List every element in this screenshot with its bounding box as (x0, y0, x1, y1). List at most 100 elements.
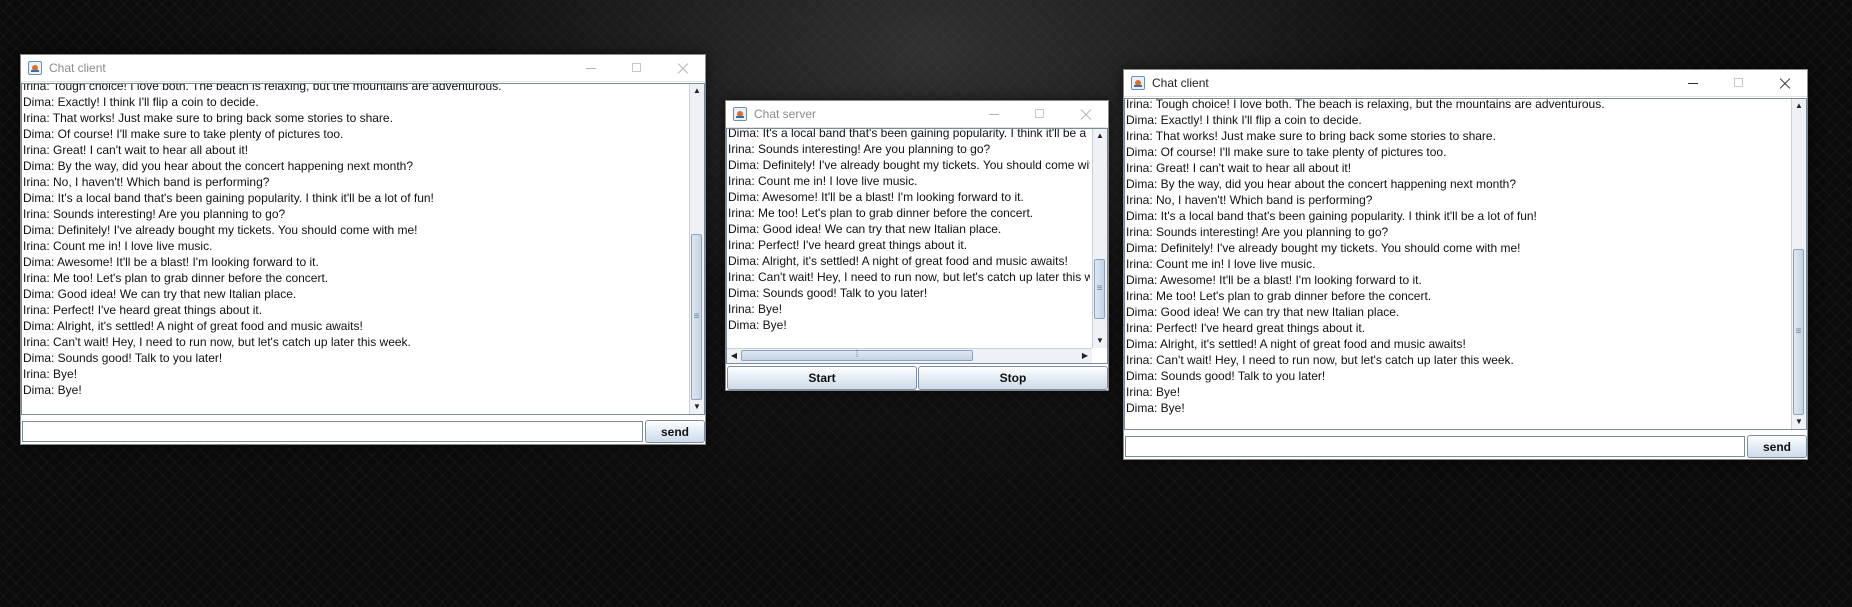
horizontal-scrollbar[interactable]: ◀ ▶ (727, 348, 1092, 363)
list-item: Dima: Good idea! We can try that new Ita… (23, 287, 297, 301)
list-item: Irina: Great! I can't wait to hear all a… (1126, 161, 1352, 175)
chat-client-window-left: Chat client Irina: Tough choice! I love … (20, 54, 706, 445)
list-item: Irina: No, I haven't! Which band is perf… (23, 175, 270, 189)
scrollbar-thumb[interactable] (1094, 259, 1105, 319)
title-bar[interactable]: Chat server (726, 101, 1108, 128)
window-title: Chat client (1152, 76, 1209, 90)
list-item: Dima: Sounds good! Talk to you later! (23, 351, 223, 365)
list-item: Irina: No, I haven't! Which band is perf… (1126, 193, 1373, 207)
list-item: Dima: Bye! (1126, 401, 1185, 415)
minimize-icon[interactable] (971, 101, 1016, 127)
list-item: Irina: Great! I can't wait to hear all a… (23, 143, 249, 157)
scroll-up-arrow-icon[interactable]: ▲ (1093, 129, 1107, 143)
list-item: Dima: It's a local band that's been gain… (1126, 209, 1537, 223)
chat-client-window-right: Chat client Irina: Tough choice! I love … (1123, 69, 1808, 460)
list-item: Irina: Can't wait! Hey, I need to run no… (23, 335, 411, 349)
list-item: Dima: Awesome! It'll be a blast! I'm loo… (23, 255, 319, 269)
window-title: Chat client (49, 61, 106, 75)
message-list: Irina: Tough choice! I love both. The be… (1126, 98, 1789, 416)
chat-server-window: Chat server Dima: It's a local band that… (725, 100, 1109, 391)
list-item: Dima: Definitely! I've already bought my… (23, 223, 418, 237)
list-item: Dima: Of course! I'll make sure to take … (1126, 145, 1447, 159)
list-item: Irina: Bye! (728, 302, 783, 316)
scrollbar-thumb[interactable] (691, 234, 702, 400)
vertical-scrollbar[interactable]: ▲ ▼ (689, 84, 704, 414)
title-bar[interactable]: Chat client (21, 55, 705, 82)
list-item: Irina: Perfect! I've heard great things … (1126, 321, 1366, 335)
close-icon[interactable] (1063, 101, 1108, 127)
close-icon[interactable] (660, 55, 705, 81)
scroll-down-arrow-icon[interactable]: ▼ (690, 400, 704, 414)
server-log[interactable]: Dima: It's a local band that's been gain… (726, 128, 1108, 364)
scrollbar-thumb[interactable] (741, 349, 973, 361)
send-button[interactable]: send (1747, 435, 1807, 458)
list-item: Dima: Alright, it's settled! A night of … (1126, 337, 1466, 351)
list-item: Irina: Sounds interesting! Are you plann… (23, 207, 286, 221)
list-item: Dima: It's a local band that's been gain… (23, 191, 434, 205)
scroll-right-arrow-icon[interactable]: ▶ (1078, 349, 1092, 363)
chat-log[interactable]: Irina: Tough choice! I love both. The be… (21, 83, 705, 415)
message-input[interactable] (22, 421, 643, 442)
list-item: Irina: Count me in! I love live music. (1126, 257, 1316, 271)
list-item: Dima: Awesome! It'll be a blast! I'm loo… (1126, 273, 1422, 287)
message-input[interactable] (1125, 436, 1745, 457)
maximize-icon[interactable] (1017, 101, 1062, 127)
minimize-icon[interactable] (568, 55, 613, 81)
list-item: Irina: Can't wait! Hey, I need to run no… (1126, 353, 1514, 367)
list-item: Irina: Perfect! I've heard great things … (728, 238, 968, 252)
list-item: Dima: Good idea! We can try that new Ita… (728, 222, 1002, 236)
list-item: Dima: Sounds good! Talk to you later! (728, 286, 928, 300)
list-item: Dima: Awesome! It'll be a blast! I'm loo… (728, 190, 1024, 204)
list-item: Irina: Bye! (23, 367, 78, 381)
list-item: Dima: Sounds good! Talk to you later! (1126, 369, 1326, 383)
maximize-icon[interactable] (614, 55, 659, 81)
maximize-icon[interactable] (1716, 70, 1761, 96)
message-list: Irina: Tough choice! I love both. The be… (23, 83, 687, 398)
scroll-left-arrow-icon[interactable]: ◀ (727, 349, 741, 363)
list-item: Dima: Definitely! I've already bought my… (728, 158, 1090, 172)
list-item: Dima: Bye! (23, 383, 82, 397)
list-item: Irina: Count me in! I love live music. (23, 239, 213, 253)
window-title: Chat server (754, 107, 817, 121)
list-item: Dima: Bye! (728, 318, 787, 332)
list-item: Irina: Sounds interesting! Are you plann… (1126, 225, 1389, 239)
title-bar[interactable]: Chat client (1124, 70, 1807, 97)
list-item: Dima: By the way, did you hear about the… (1126, 177, 1517, 191)
list-item: Irina: Tough choice! I love both. The be… (1126, 98, 1605, 111)
scroll-up-arrow-icon[interactable]: ▲ (1792, 99, 1806, 113)
list-item: Irina: That works! Just make sure to bri… (1126, 129, 1496, 143)
list-item: Irina: Bye! (1126, 385, 1181, 399)
list-item: Irina: Sounds interesting! Are you plann… (728, 142, 991, 156)
list-item: Irina: Me too! Let's plan to grab dinner… (1126, 289, 1432, 303)
list-item: Dima: Alright, it's settled! A night of … (728, 254, 1068, 268)
list-item: Irina: Tough choice! I love both. The be… (23, 83, 502, 93)
list-item: Irina: Count me in! I love live music. (728, 174, 918, 188)
list-item: Dima: Exactly! I think I'll flip a coin … (23, 95, 259, 109)
java-app-icon (733, 107, 747, 121)
list-item: Irina: Me too! Let's plan to grab dinner… (23, 271, 329, 285)
scroll-down-arrow-icon[interactable]: ▼ (1093, 334, 1107, 348)
list-item: Irina: Perfect! I've heard great things … (23, 303, 263, 317)
scroll-down-arrow-icon[interactable]: ▼ (1792, 415, 1806, 429)
list-item: Dima: By the way, did you hear about the… (23, 159, 414, 173)
list-item: Irina: That works! Just make sure to bri… (23, 111, 393, 125)
list-item: Dima: Of course! I'll make sure to take … (23, 127, 344, 141)
list-item: Dima: Good idea! We can try that new Ita… (1126, 305, 1400, 319)
minimize-icon[interactable] (1670, 70, 1715, 96)
start-button[interactable]: Start (727, 366, 917, 390)
send-button[interactable]: send (645, 420, 705, 443)
scroll-up-arrow-icon[interactable]: ▲ (690, 84, 704, 98)
list-item: Irina: Me too! Let's plan to grab dinner… (728, 206, 1034, 220)
message-list: Dima: It's a local band that's been gain… (728, 129, 1090, 345)
java-app-icon (28, 61, 42, 75)
vertical-scrollbar[interactable]: ▲ ▼ (1092, 129, 1107, 348)
vertical-scrollbar[interactable]: ▲ ▼ (1791, 99, 1806, 429)
close-icon[interactable] (1762, 70, 1807, 96)
list-item: Irina: Can't wait! Hey, I need to run no… (728, 270, 1090, 284)
chat-log[interactable]: Irina: Tough choice! I love both. The be… (1124, 98, 1807, 430)
list-item: Dima: Exactly! I think I'll flip a coin … (1126, 113, 1362, 127)
scrollbar-thumb[interactable] (1793, 249, 1804, 415)
list-item: Dima: Alright, it's settled! A night of … (23, 319, 363, 333)
java-app-icon (1131, 76, 1145, 90)
stop-button[interactable]: Stop (918, 366, 1108, 390)
